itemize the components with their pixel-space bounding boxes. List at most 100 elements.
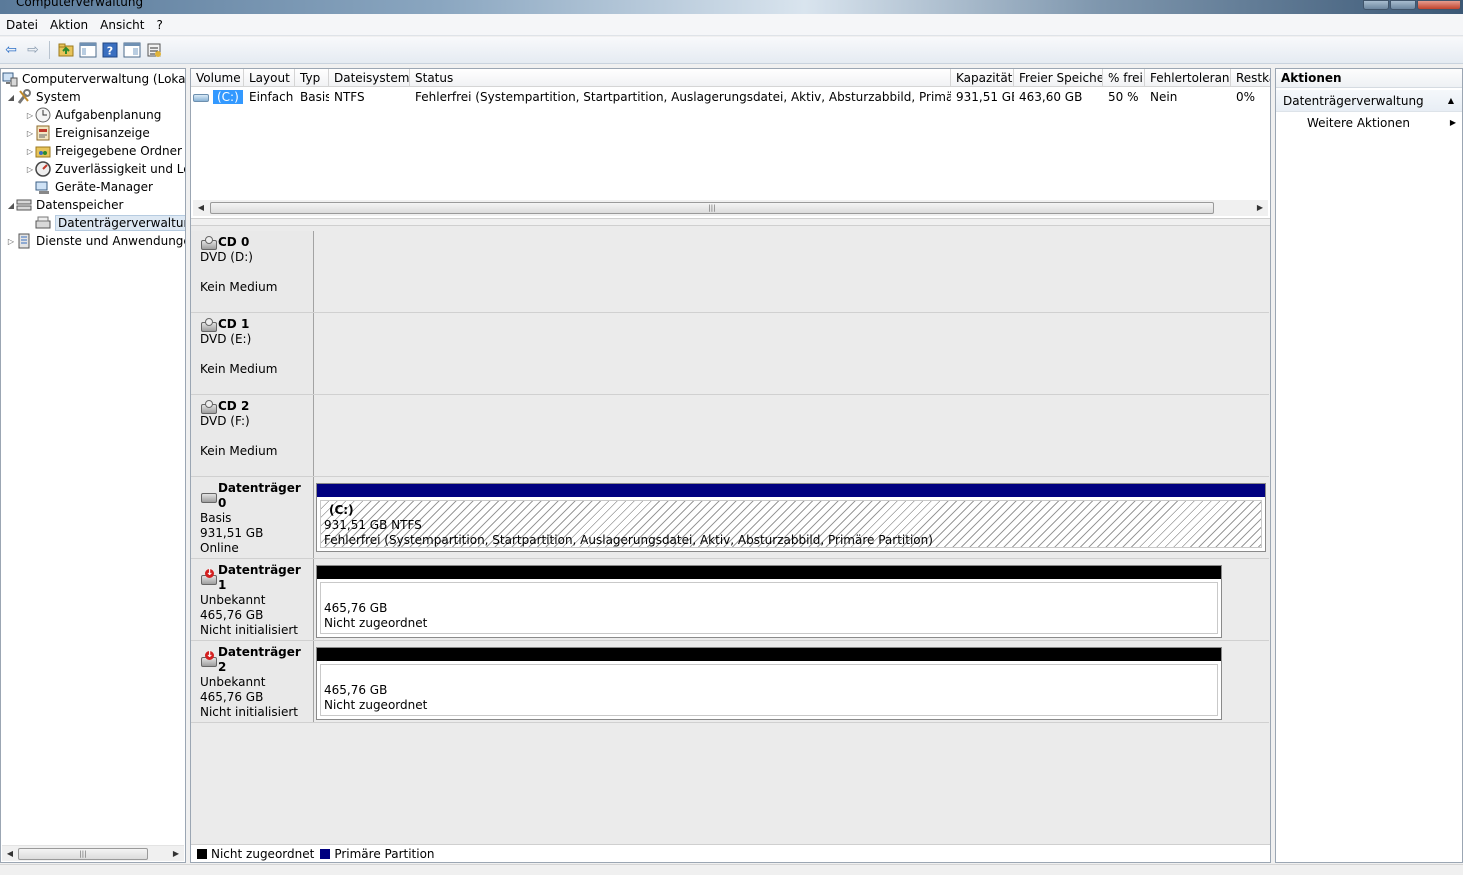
tree-item-system[interactable]: ◢ System bbox=[6, 88, 81, 106]
tree-item-computerverwaltung[interactable]: Computerverwaltung (Lokal) bbox=[2, 70, 186, 88]
tree-item-dienste[interactable]: ▷ Dienste und Anwendungen bbox=[6, 232, 185, 250]
disk-area: 465,76 GB Nicht zugeordnet bbox=[315, 559, 1269, 640]
unallocated-space[interactable]: 465,76 GB Nicht zugeordnet bbox=[316, 647, 1222, 720]
disk-area[interactable] bbox=[315, 313, 1269, 394]
tree-item-aufgabenplanung[interactable]: ▷ Aufgabenplanung bbox=[25, 106, 161, 124]
scroll-right-icon[interactable]: ▶ bbox=[1253, 201, 1267, 215]
tree-item-geraete-manager[interactable]: Geräte-Manager bbox=[35, 178, 153, 196]
up-folder-icon[interactable] bbox=[56, 40, 76, 60]
tree-item-label: Computerverwaltung (Lokal) bbox=[22, 72, 186, 86]
scroll-left-icon[interactable]: ◀ bbox=[194, 201, 208, 215]
column-header-typ[interactable]: Typ bbox=[295, 69, 329, 87]
actions-section-datentraegerverwaltung[interactable]: Datenträgerverwaltung ▲ bbox=[1276, 90, 1462, 112]
expand-arrow-icon[interactable]: ▷ bbox=[25, 111, 35, 120]
disk-type: Basis bbox=[200, 511, 232, 525]
shared-folder-icon bbox=[35, 143, 51, 159]
tree-item-label: Datenträgerverwaltung bbox=[55, 215, 185, 231]
column-header-volume[interactable]: Volume bbox=[191, 69, 244, 87]
close-button[interactable] bbox=[1417, 0, 1461, 10]
storage-icon bbox=[16, 197, 32, 213]
scroll-right-icon[interactable]: ▶ bbox=[169, 847, 183, 861]
tree-item-datenspeicher[interactable]: ◢ Datenspeicher bbox=[6, 196, 123, 214]
collapse-arrow-icon[interactable]: ◢ bbox=[6, 93, 16, 102]
action-weitere-aktionen[interactable]: Weitere Aktionen ▶ bbox=[1276, 112, 1462, 134]
column-header-fehlertoleranz[interactable]: Fehlertoleranz bbox=[1145, 69, 1231, 87]
expand-arrow-icon[interactable]: ▷ bbox=[6, 237, 16, 246]
column-header-prozent-frei[interactable]: % frei bbox=[1103, 69, 1145, 87]
disk-area[interactable] bbox=[315, 231, 1269, 312]
unallocated-space[interactable]: 465,76 GB Nicht zugeordnet bbox=[316, 565, 1222, 638]
disk-graphical-view: CD 0 DVD (D:) Kein Medium CD 1 DVD (E:) … bbox=[191, 226, 1270, 846]
back-arrow-icon[interactable]: ⇦ bbox=[1, 40, 21, 60]
column-header-restka[interactable]: Restka bbox=[1231, 69, 1270, 87]
expand-arrow-icon[interactable]: ▷ bbox=[25, 129, 35, 138]
column-header-layout[interactable]: Layout bbox=[244, 69, 295, 87]
collapse-up-icon[interactable]: ▲ bbox=[1448, 90, 1454, 112]
disk-label[interactable]: CD 2 DVD (F:) Kein Medium bbox=[191, 395, 314, 476]
pane-splitter[interactable] bbox=[191, 218, 1270, 226]
disk-row-cd2: CD 2 DVD (F:) Kein Medium bbox=[191, 395, 1269, 477]
legend-item-unallocated: Nicht zugeordnet bbox=[197, 847, 314, 861]
partition-bar bbox=[317, 566, 1221, 579]
menu-ansicht[interactable]: Ansicht bbox=[94, 14, 150, 36]
tree-item-zuverlaessigkeit[interactable]: ▷ Zuverlässigkeit und Leis bbox=[25, 160, 185, 178]
scrollbar-thumb[interactable]: ||| bbox=[18, 848, 148, 860]
partition-c[interactable]: (C:) 931,51 GB NTFS Fehlerfrei (Systempa… bbox=[316, 483, 1266, 552]
legend-item-primary: Primäre Partition bbox=[320, 847, 435, 861]
column-header-freier-speicher[interactable]: Freier Speicher bbox=[1014, 69, 1103, 87]
cell-dateisystem: NTFS bbox=[334, 90, 365, 104]
scrollbar-thumb[interactable]: ||| bbox=[210, 202, 1214, 214]
help-icon[interactable]: ? bbox=[100, 40, 120, 60]
disk-type: Unbekannt bbox=[200, 675, 266, 689]
uninitialized-disk-icon bbox=[200, 651, 217, 667]
tree-horizontal-scrollbar[interactable]: ◀ ||| ▶ bbox=[2, 845, 184, 861]
svg-text:?: ? bbox=[107, 45, 113, 58]
hard-disk-icon bbox=[200, 489, 217, 503]
expand-arrow-icon[interactable]: ▷ bbox=[25, 165, 35, 174]
column-header-dateisystem[interactable]: Dateisystem bbox=[329, 69, 410, 87]
disk-label[interactable]: Datenträger 1 Unbekannt 465,76 GB Nicht … bbox=[191, 559, 314, 640]
disk-size: 465,76 GB bbox=[200, 690, 264, 704]
tree-item-datentraegerverwaltung[interactable]: Datenträgerverwaltung bbox=[35, 214, 185, 232]
partition-content: 465,76 GB Nicht zugeordnet bbox=[320, 582, 1218, 634]
cell-freier-speicher: 463,60 GB bbox=[1019, 90, 1083, 104]
tools-icon bbox=[16, 89, 32, 105]
volume-list-horizontal-scrollbar[interactable]: ◀ ||| ▶ bbox=[193, 200, 1268, 216]
disk-label[interactable]: CD 1 DVD (E:) Kein Medium bbox=[191, 313, 314, 394]
partition-content: (C:) 931,51 GB NTFS Fehlerfrei (Systempa… bbox=[320, 500, 1262, 548]
column-header-status[interactable]: Status bbox=[410, 69, 951, 87]
table-row[interactable]: (C:) Einfach Basis NTFS Fehlerfrei (Syst… bbox=[191, 88, 1270, 106]
clock-icon bbox=[35, 107, 51, 123]
disk-type: DVD (E:) bbox=[200, 332, 252, 346]
properties-icon[interactable] bbox=[122, 40, 142, 60]
disk-row-cd0: CD 0 DVD (D:) Kein Medium bbox=[191, 231, 1269, 313]
scroll-left-icon[interactable]: ◀ bbox=[3, 847, 17, 861]
forward-arrow-icon[interactable]: ⇨ bbox=[23, 40, 43, 60]
maximize-button[interactable] bbox=[1390, 0, 1416, 10]
tree-item-freigegebene-ordner[interactable]: ▷ Freigegebene Ordner bbox=[25, 142, 182, 160]
column-header-kapazitaet[interactable]: Kapazität bbox=[951, 69, 1014, 87]
disk-size bbox=[200, 429, 313, 444]
partition-bar bbox=[317, 648, 1221, 661]
tree-item-label: Freigegebene Ordner bbox=[55, 144, 182, 158]
disk-size: 465,76 GB bbox=[200, 608, 264, 622]
collapse-arrow-icon[interactable]: ◢ bbox=[6, 201, 16, 210]
disk-state: Kein Medium bbox=[200, 444, 278, 458]
menu-aktion[interactable]: Aktion bbox=[44, 14, 94, 36]
export-icon[interactable] bbox=[144, 40, 164, 60]
disk-row-datentraeger-1: Datenträger 1 Unbekannt 465,76 GB Nicht … bbox=[191, 559, 1269, 641]
expand-arrow-icon[interactable]: ▷ bbox=[25, 147, 35, 156]
legend: Nicht zugeordnet Primäre Partition bbox=[191, 844, 1270, 862]
disk-type: Unbekannt bbox=[200, 593, 266, 607]
cell-volume[interactable]: (C:) bbox=[191, 88, 244, 106]
show-hide-tree-icon[interactable] bbox=[78, 40, 98, 60]
menu-help[interactable]: ? bbox=[150, 14, 168, 36]
disk-label[interactable]: CD 0 DVD (D:) Kein Medium bbox=[191, 231, 314, 312]
disk-area[interactable] bbox=[315, 395, 1269, 476]
tree-item-ereignisanzeige[interactable]: ▷ Ereignisanzeige bbox=[25, 124, 150, 142]
menu-datei[interactable]: Datei bbox=[0, 14, 44, 36]
disk-label[interactable]: Datenträger 2 Unbekannt 465,76 GB Nicht … bbox=[191, 641, 314, 722]
partition-title: (C:) bbox=[329, 503, 354, 517]
disk-label[interactable]: Datenträger 0 Basis 931,51 GB Online bbox=[191, 477, 314, 558]
minimize-button[interactable] bbox=[1363, 0, 1389, 10]
